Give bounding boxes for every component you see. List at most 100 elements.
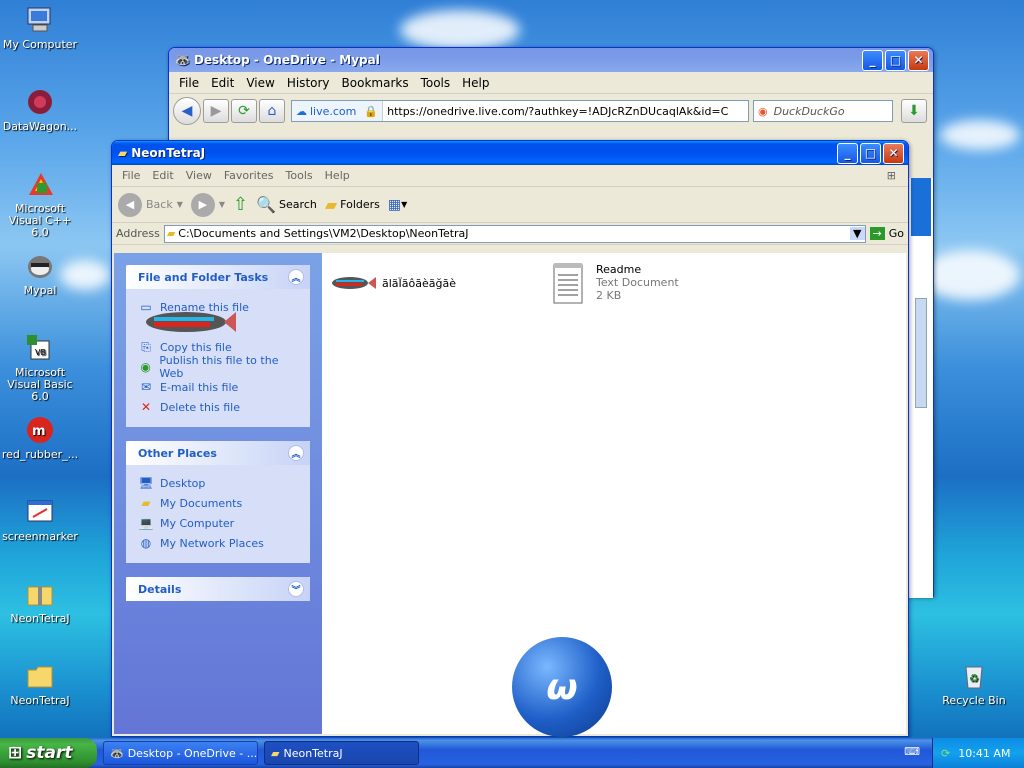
menu-file[interactable]: File [173,76,205,90]
explorer-title: NeonTetraJ [131,146,206,160]
cloud-icon: ☁ [296,104,307,118]
desktop-icon-neontetraj-folder[interactable]: NeonTetraJ [0,660,80,707]
taskbar-button-explorer[interactable]: ▰ NeonTetraJ [264,741,419,765]
desktop-icon-neontetraj-zip[interactable]: NeonTetraJ [0,578,80,625]
folders-label: Folders [340,198,380,211]
collapse-chevron-icon[interactable]: ︽ [288,445,304,461]
search-button[interactable]: 🔍 Search [256,195,317,214]
maximize-button[interactable]: □ [860,142,881,164]
minimize-button[interactable]: _ [862,49,883,71]
menu-favorites[interactable]: Favorites [218,169,280,182]
taskbar-button-browser[interactable]: 🦝 Desktop - OneDrive - ... [103,741,258,765]
sync-tray-icon[interactable]: ⟳ [941,747,950,760]
close-button[interactable]: ✕ [908,49,929,71]
menu-view[interactable]: View [180,169,218,182]
forward-button[interactable]: ▶ [203,99,229,123]
back-label: Back [146,198,173,211]
menu-edit[interactable]: Edit [205,76,240,90]
scrollbar-thumb[interactable] [915,298,927,408]
go-arrow-icon: → [869,227,885,240]
home-button[interactable]: ⌂ [259,99,285,123]
menu-tools[interactable]: Tools [415,76,457,90]
menu-bookmarks[interactable]: Bookmarks [336,76,415,90]
task-publish[interactable]: ◉ Publish this file to the Web [138,354,300,380]
views-button[interactable]: ▦ ▼ [388,197,407,213]
menu-file[interactable]: File [116,169,146,182]
url-text: https://onedrive.live.com/?authkey=!ADJc… [387,104,729,118]
place-network[interactable]: ◍ My Network Places [138,533,300,553]
panel-header[interactable]: Details ︾ [126,577,310,601]
details-panel: Details ︾ [126,577,310,601]
back-button[interactable]: ◀ [173,97,201,125]
menu-help[interactable]: Help [319,169,356,182]
menu-help[interactable]: Help [456,76,495,90]
file-item-readme[interactable]: Readme Text Document 2 KB [552,261,679,305]
task-delete[interactable]: ✕ Delete this file [138,397,300,417]
visual-basic-icon: VB [24,332,56,364]
desktop-icon-red-rubber[interactable]: m red_rubber_... [0,414,80,461]
explorer-window[interactable]: ▰ NeonTetraJ _ □ ✕ File Edit View Favori… [111,140,909,737]
desktop-icon-screenmarker[interactable]: screenmarker [0,496,80,543]
menu-history[interactable]: History [281,76,336,90]
place-label: My Documents [160,496,243,510]
expand-chevron-icon[interactable]: ︾ [288,581,304,597]
up-folder-button[interactable]: ⇧ [233,194,248,215]
place-desktop[interactable]: 🖥 Desktop [138,473,300,493]
recycle-bin-icon: ♻ [958,660,990,692]
browser-title: Desktop - OneDrive - Mypal [193,53,380,67]
file-list-area[interactable]: ãlãÏãôãèãğãè Readme Text Document 2 KB ω [322,253,906,737]
chevron-down-icon[interactable]: ▼ [850,227,865,240]
browser-content-edge [909,178,933,598]
download-icon: ⬇ [908,103,920,119]
place-my-documents[interactable]: ▰ My Documents [138,493,300,513]
desktop-icon-recycle-bin[interactable]: ♻ Recycle Bin [934,660,1014,707]
forward-button[interactable]: ▶ ▼ [190,192,225,217]
maximize-button[interactable]: □ [885,49,906,71]
explorer-menubar: File Edit View Favorites Tools Help ⊞ [112,165,908,187]
desktop-icon-visual-cpp[interactable]: Microsoft Visual C++ 6.0 [0,168,80,239]
browser-titlebar[interactable]: 🦝 Desktop - OneDrive - Mypal _ □ ✕ [169,48,933,72]
url-bar[interactable]: ☁ live.com 🔒 https://onedrive.live.com/?au… [291,100,749,122]
place-my-computer[interactable]: 💻 My Computer [138,513,300,533]
menu-edit[interactable]: Edit [146,169,179,182]
desktop-icon-label: red_rubber_... [1,448,79,461]
address-label: Address [116,227,160,240]
file-folder-tasks-panel: File and Folder Tasks ︽ ▭ Rename this fil… [126,265,310,427]
desktop-icon-my-computer[interactable]: My Computer [0,4,80,51]
site-identity[interactable]: ☁ live.com 🔒 [292,101,384,121]
download-button[interactable]: ⬇ [901,99,927,123]
folder-icon [24,660,56,692]
reload-button[interactable]: ⟳ [231,99,257,123]
panel-header[interactable]: File and Folder Tasks ︽ [126,265,310,289]
chevron-down-icon: ▼ [401,200,408,209]
menu-view[interactable]: View [240,76,280,90]
panel-header[interactable]: Other Places ︽ [126,441,310,465]
keyboard-tray-icon[interactable]: ⌨ [904,745,920,758]
panel-title: Other Places [138,446,217,460]
minimize-button[interactable]: _ [837,142,858,164]
file-size: 2 KB [596,289,622,302]
collapse-chevron-icon[interactable]: ︽ [288,269,304,285]
clock[interactable]: 10:41 AM [958,747,1010,760]
system-tray: ⟳ 10:41 AM [932,738,1024,768]
search-bar[interactable]: ◉ DuckDuckGo [753,100,893,122]
copy-icon: ⎘ [141,339,151,354]
task-email[interactable]: ✉ E-mail this file [138,377,300,397]
file-item-fish[interactable]: ãlãÏãôãèãğãè [328,273,456,293]
address-input[interactable]: ▰ C:\Documents and Settings\VM2\Desktop\… [163,224,866,243]
text-document-icon [553,263,583,304]
up-arrow-icon: ⇧ [233,194,249,215]
desktop-icon-mypal[interactable]: Mypal [0,250,80,297]
explorer-titlebar[interactable]: ▰ NeonTetraJ _ □ ✕ [112,141,908,165]
folders-button[interactable]: ▰ Folders [325,195,380,214]
go-label: Go [888,227,904,240]
desktop-icon-visual-basic[interactable]: VB Microsoft Visual Basic 6.0 [0,332,80,403]
desktop-icon-datawagon[interactable]: DataWagon... [0,86,80,133]
datawagon-icon [24,86,56,118]
task-pane: File and Folder Tasks ︽ ▭ Rename this fil… [114,253,322,734]
close-button[interactable]: ✕ [883,142,904,164]
go-button[interactable]: → Go [869,227,904,240]
start-button[interactable]: ⊞ start [0,738,97,768]
menu-tools[interactable]: Tools [280,169,319,182]
back-button[interactable]: ◀ Back ▼ [118,192,183,217]
